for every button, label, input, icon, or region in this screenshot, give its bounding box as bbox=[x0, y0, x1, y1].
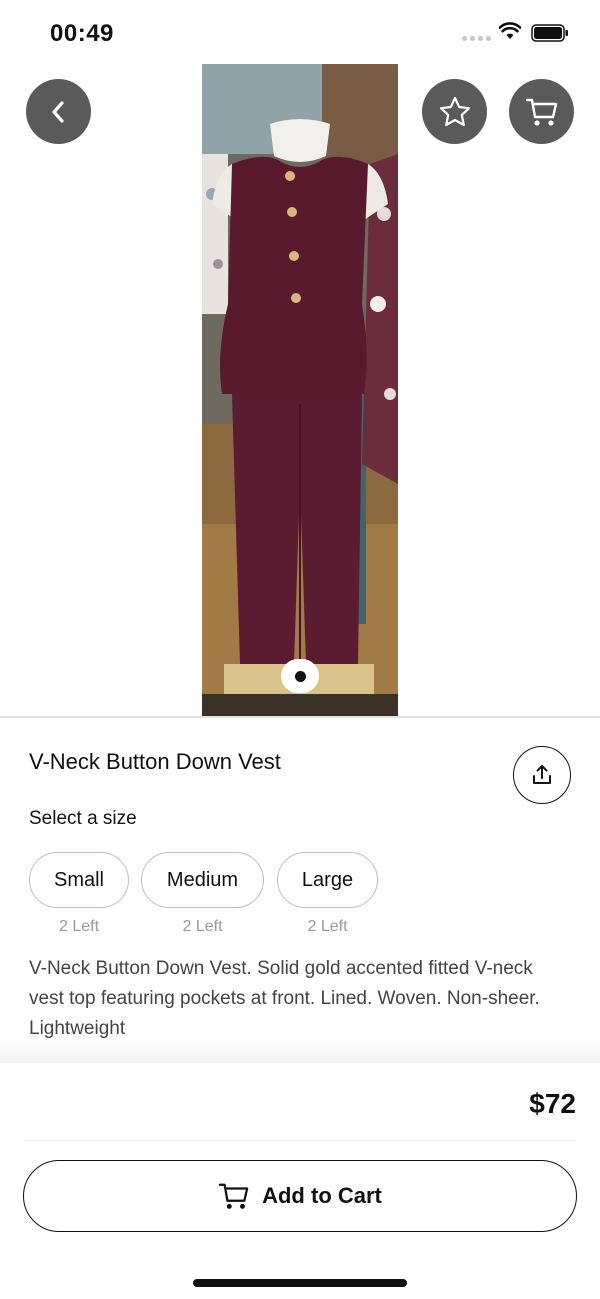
product-description: V-Neck Button Down Vest. Solid gold acce… bbox=[29, 958, 540, 1039]
battery-icon bbox=[531, 24, 568, 42]
status-time: 00:49 bbox=[50, 20, 114, 47]
divider bbox=[24, 1140, 576, 1141]
divider bbox=[0, 716, 600, 718]
product-image-gallery[interactable] bbox=[0, 64, 600, 716]
cart-button[interactable] bbox=[509, 79, 574, 144]
wifi-icon bbox=[499, 22, 521, 39]
cart-icon bbox=[218, 1183, 249, 1209]
cellular-signal-icon bbox=[462, 36, 491, 41]
home-indicator bbox=[193, 1279, 407, 1287]
size-prompt: Select a size bbox=[29, 808, 137, 829]
favorite-button[interactable] bbox=[422, 79, 487, 144]
size-stock-medium: 2 Left bbox=[182, 918, 223, 935]
share-upload-icon bbox=[533, 765, 551, 784]
size-option-medium[interactable]: Medium bbox=[141, 852, 264, 908]
size-stock-small: 2 Left bbox=[58, 918, 100, 935]
share-button[interactable] bbox=[513, 746, 571, 804]
add-to-cart-label: Add to Cart bbox=[262, 1183, 382, 1208]
product-price: $72 bbox=[529, 1088, 576, 1119]
size-option-small[interactable]: Small bbox=[29, 852, 129, 908]
add-to-cart-button[interactable]: Add to Cart bbox=[23, 1160, 577, 1232]
cart-icon bbox=[525, 98, 557, 126]
status-bar: 00:49 bbox=[0, 0, 600, 64]
size-stock-large: 2 Left bbox=[307, 918, 348, 935]
product-title: V-Neck Button Down Vest bbox=[29, 749, 281, 774]
footer-shadow bbox=[0, 1040, 600, 1064]
chevron-left-icon bbox=[51, 100, 64, 123]
product-photo bbox=[202, 64, 398, 716]
image-pager[interactable] bbox=[281, 659, 319, 693]
back-button[interactable] bbox=[26, 79, 91, 144]
pager-dot-active bbox=[294, 670, 306, 682]
size-option-large[interactable]: Large bbox=[277, 852, 378, 908]
star-outline-icon bbox=[439, 96, 470, 126]
